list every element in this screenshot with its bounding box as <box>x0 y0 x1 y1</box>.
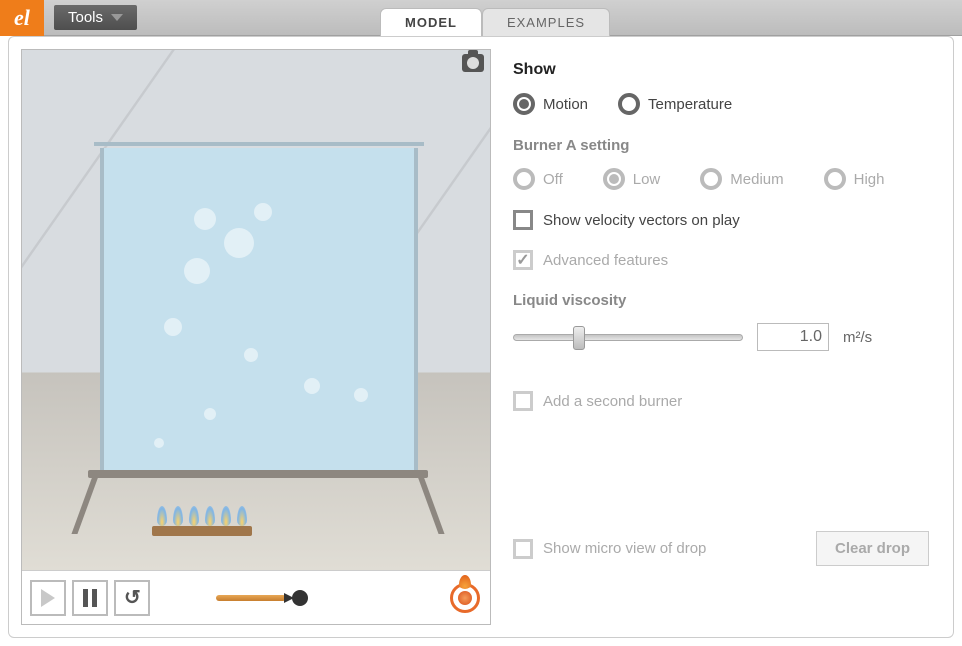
checkbox-icon <box>513 210 533 230</box>
checkbox-micro-view[interactable]: Show micro view of drop <box>513 539 706 559</box>
micro-label: Show micro view of drop <box>543 540 706 557</box>
radio-high[interactable]: High <box>824 168 885 190</box>
bubble <box>154 438 164 448</box>
checkbox-second-burner[interactable]: Add a second burner <box>513 391 929 411</box>
checkbox-icon <box>513 250 533 270</box>
dropper-tool[interactable] <box>216 588 306 608</box>
simulation-view[interactable] <box>22 50 490 570</box>
burner-plate <box>152 526 252 536</box>
simulation-panel: ↻ <box>21 49 491 625</box>
tab-model[interactable]: MODEL <box>380 8 482 36</box>
show-radio-group: Motion Temperature <box>513 93 929 115</box>
bottom-row: Show micro view of drop Clear drop <box>513 531 929 566</box>
radio-motion-label: Motion <box>543 96 588 113</box>
checkbox-velocity[interactable]: Show velocity vectors on play <box>513 210 929 230</box>
viscosity-slider[interactable] <box>513 327 743 347</box>
burner-flames <box>154 502 250 526</box>
burner-radio-group: Off Low Medium High <box>513 168 929 190</box>
radio-off[interactable]: Off <box>513 168 563 190</box>
clear-drop-button[interactable]: Clear drop <box>816 531 929 566</box>
bubble <box>244 348 258 362</box>
bubble <box>354 388 368 402</box>
bubble <box>254 203 272 221</box>
playback-controls: ↻ <box>22 570 490 624</box>
camera-icon[interactable] <box>462 54 484 72</box>
reset-icon: ↻ <box>124 585 141 610</box>
show-title: Show <box>513 61 929 79</box>
radio-icon <box>618 93 640 115</box>
bubble <box>204 408 216 420</box>
viscosity-title: Liquid viscosity <box>513 292 929 309</box>
second-burner-label: Add a second burner <box>543 393 682 410</box>
viscosity-unit: m²/s <box>843 329 872 346</box>
checkbox-advanced[interactable]: Advanced features <box>513 250 929 270</box>
viscosity-input[interactable] <box>757 323 829 351</box>
reset-button[interactable]: ↻ <box>114 580 150 616</box>
radio-icon <box>513 93 535 115</box>
radio-motion[interactable]: Motion <box>513 93 588 115</box>
advanced-label: Advanced features <box>543 252 668 269</box>
radio-high-label: High <box>854 171 885 188</box>
checkbox-icon <box>513 539 533 559</box>
radio-off-label: Off <box>543 171 563 188</box>
bubble <box>184 258 210 284</box>
tools-menu-button[interactable]: Tools <box>54 5 137 30</box>
play-icon <box>41 589 55 607</box>
radio-icon <box>513 168 535 190</box>
radio-medium[interactable]: Medium <box>700 168 783 190</box>
pause-icon <box>83 589 97 607</box>
pause-button[interactable] <box>72 580 108 616</box>
radio-medium-label: Medium <box>730 171 783 188</box>
burner-title: Burner A setting <box>513 137 929 154</box>
bubble <box>224 228 254 258</box>
play-button[interactable] <box>30 580 66 616</box>
bubble <box>194 208 216 230</box>
tab-examples[interactable]: EXAMPLES <box>482 8 610 36</box>
radio-low-label: Low <box>633 171 661 188</box>
settings-panel: Show Motion Temperature Burner A setting… <box>503 37 953 637</box>
radio-icon <box>700 168 722 190</box>
bubble <box>164 318 182 336</box>
radio-icon <box>824 168 846 190</box>
tools-label: Tools <box>68 9 103 26</box>
main-panel: ↻ Show Motion Temperature Bur <box>8 36 954 638</box>
radio-low[interactable]: Low <box>603 168 661 190</box>
bubble <box>304 378 320 394</box>
radio-icon <box>603 168 625 190</box>
logo-icon: el <box>0 0 44 36</box>
radio-temperature-label: Temperature <box>648 96 732 113</box>
beaker <box>100 148 418 478</box>
checkbox-icon <box>513 391 533 411</box>
tabs: MODEL EXAMPLES <box>380 8 610 36</box>
target-tool[interactable] <box>448 581 482 615</box>
radio-temperature[interactable]: Temperature <box>618 93 732 115</box>
velocity-label: Show velocity vectors on play <box>543 212 740 229</box>
chevron-down-icon <box>111 14 123 21</box>
viscosity-row: m²/s <box>513 323 929 351</box>
stand <box>88 470 428 530</box>
slider-thumb[interactable] <box>573 326 585 350</box>
